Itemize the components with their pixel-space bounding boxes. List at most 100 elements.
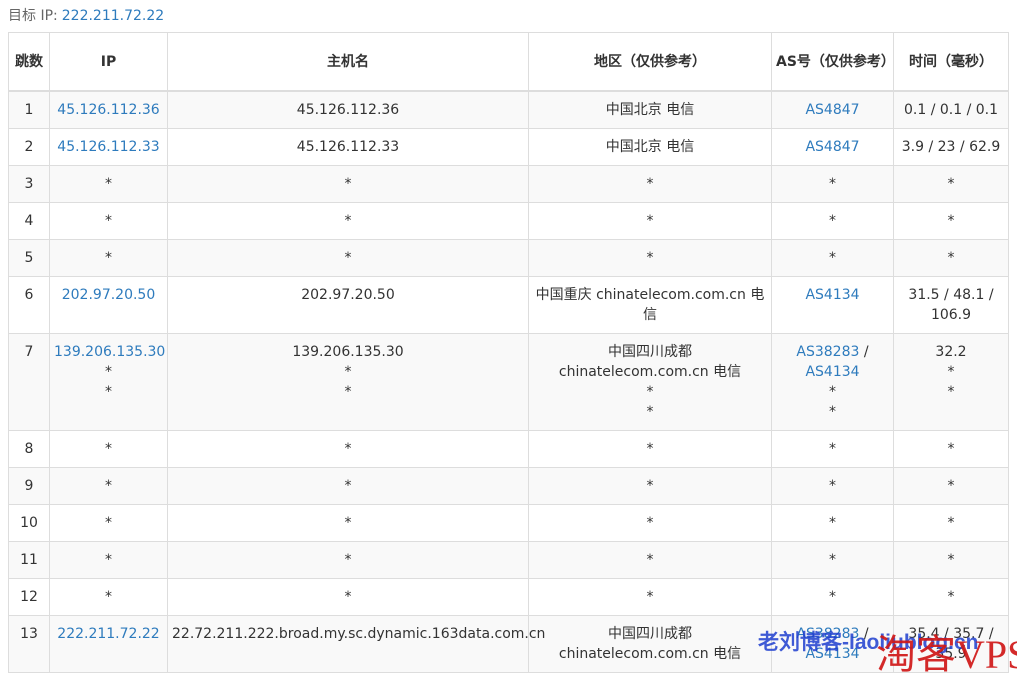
- ip-link: *: [105, 384, 112, 400]
- as-line: AS4134: [776, 362, 889, 382]
- time-cell: *: [893, 239, 1009, 277]
- hop-number: 10: [8, 504, 50, 542]
- as-line: *: [776, 439, 889, 459]
- region-text: 中国四川成都: [608, 344, 692, 360]
- hop-number: 2: [8, 128, 50, 166]
- hop-number: 4: [8, 202, 50, 240]
- table-row: 7 139.206.135.30 * * 139.206.135.30 * * 中国四川成都 c…: [8, 333, 1009, 431]
- watermark-brand-logo: 淘客VPS: [876, 632, 1017, 677]
- as-empty: *: [829, 176, 836, 192]
- hostname-cell: 202.97.20.50: [167, 276, 529, 334]
- region-text: *: [646, 404, 654, 420]
- header-time: 时间（毫秒）: [893, 32, 1009, 92]
- as-cell: AS38283 /AS4134 * *: [771, 333, 894, 431]
- as-cell: *: [771, 430, 894, 468]
- region-cell: 中国四川成都 chinatelecom.com.cn 电信 * *: [528, 333, 772, 431]
- ip-link[interactable]: 45.126.112.36: [54, 100, 163, 120]
- as-link[interactable]: AS4847: [805, 139, 859, 155]
- as-cell: *: [771, 467, 894, 505]
- region-text: *: [646, 441, 654, 457]
- ip-link[interactable]: 202.97.20.50: [54, 285, 163, 305]
- hop-number: 6: [8, 276, 50, 334]
- table-row: 6 202.97.20.50 202.97.20.50 中国重庆 chinatelec…: [8, 276, 1009, 334]
- hostname-text: 202.97.20.50: [301, 287, 395, 303]
- as-empty: *: [829, 441, 836, 457]
- as-link[interactable]: AS4847: [805, 102, 859, 118]
- header-as-number: AS号（仅供参考）: [771, 32, 895, 92]
- hostname-text: *: [344, 552, 352, 568]
- region-cell: *: [528, 541, 772, 579]
- ip-cell: 45.126.112.33: [49, 128, 168, 166]
- ip-cell: 222.211.72.22: [49, 615, 168, 673]
- hop-number: 7: [8, 333, 50, 431]
- as-line: *: [776, 550, 889, 570]
- hop-number: 1: [8, 90, 50, 129]
- as-cell: *: [771, 578, 894, 616]
- time-text: *: [947, 441, 955, 457]
- ip-cell: *: [49, 578, 168, 616]
- time-text: *: [947, 384, 955, 400]
- hostname-cell: *: [167, 541, 529, 579]
- ip-cell: *: [49, 239, 168, 277]
- hostname-text: *: [344, 176, 352, 192]
- hostname-cell: 22.72.211.222.broad.my.sc.dynamic.163dat…: [167, 615, 546, 673]
- time-text: 31.5 / 48.1 /: [908, 287, 994, 303]
- table-row: 8 * * * * *: [8, 430, 1009, 468]
- as-link[interactable]: AS4134: [805, 287, 859, 303]
- ip-link[interactable]: 222.211.72.22: [54, 624, 163, 644]
- ip-cell: *: [49, 504, 168, 542]
- hostname-text: 45.126.112.33: [296, 139, 400, 155]
- region-text: *: [646, 478, 654, 494]
- as-separator: /: [859, 344, 869, 360]
- region-cell: 中国北京 电信: [528, 90, 772, 129]
- as-empty: *: [829, 589, 836, 605]
- region-text: *: [646, 176, 654, 192]
- hostname-text: 22.72.211.222.broad.my.sc.dynamic.163dat…: [172, 626, 546, 642]
- ip-link[interactable]: 45.126.112.33: [54, 137, 163, 157]
- target-ip-value[interactable]: 222.211.72.22: [62, 8, 164, 24]
- table-row: 11 * * * * *: [8, 541, 1009, 579]
- region-text: 中国北京 电信: [605, 102, 695, 118]
- region-cell: *: [528, 165, 772, 203]
- ip-link: *: [105, 176, 112, 192]
- time-text: 3.9 / 23 / 62.9: [901, 139, 1001, 155]
- region-text: *: [646, 515, 654, 531]
- hostname-text: *: [344, 364, 352, 380]
- region-cell: *: [528, 578, 772, 616]
- target-ip-line: 目标 IP: 222.211.72.22: [8, 6, 164, 26]
- hostname-text: *: [344, 213, 352, 229]
- as-empty: *: [829, 250, 836, 266]
- hostname-text: *: [344, 384, 352, 400]
- ip-cell: *: [49, 467, 168, 505]
- time-cell: 3.9 / 23 / 62.9: [893, 128, 1009, 166]
- region-text: 中国重庆 chinatelecom.com.cn 电: [535, 287, 765, 303]
- region-text: 信: [643, 307, 657, 323]
- hostname-text: 45.126.112.36: [296, 102, 400, 118]
- as-empty: *: [829, 213, 836, 229]
- hostname-text: *: [344, 478, 352, 494]
- as-cell: *: [771, 165, 894, 203]
- as-link[interactable]: AS38283: [796, 344, 859, 360]
- time-text: 32.2: [935, 344, 967, 360]
- ip-link: *: [105, 515, 112, 531]
- ip-link: *: [105, 589, 112, 605]
- as-line: *: [776, 382, 889, 402]
- time-text: *: [947, 552, 955, 568]
- as-line: *: [776, 587, 889, 607]
- ip-link[interactable]: 139.206.135.30: [54, 342, 165, 362]
- ip-cell: 139.206.135.30 * *: [49, 333, 168, 431]
- time-text: *: [947, 213, 955, 229]
- as-line: AS4134: [776, 285, 889, 305]
- hop-number: 13: [8, 615, 50, 673]
- time-text: *: [947, 364, 955, 380]
- header-region: 地区（仅供参考）: [528, 32, 772, 92]
- as-line: AS38283 /: [776, 342, 889, 362]
- as-link[interactable]: AS4134: [805, 364, 859, 380]
- region-cell: 中国北京 电信: [528, 128, 772, 166]
- as-line: *: [776, 174, 889, 194]
- ip-link: *: [105, 552, 112, 568]
- region-text: 中国北京 电信: [605, 139, 695, 155]
- region-text: *: [646, 250, 654, 266]
- hostname-cell: 45.126.112.36: [167, 90, 529, 129]
- time-text: *: [947, 250, 955, 266]
